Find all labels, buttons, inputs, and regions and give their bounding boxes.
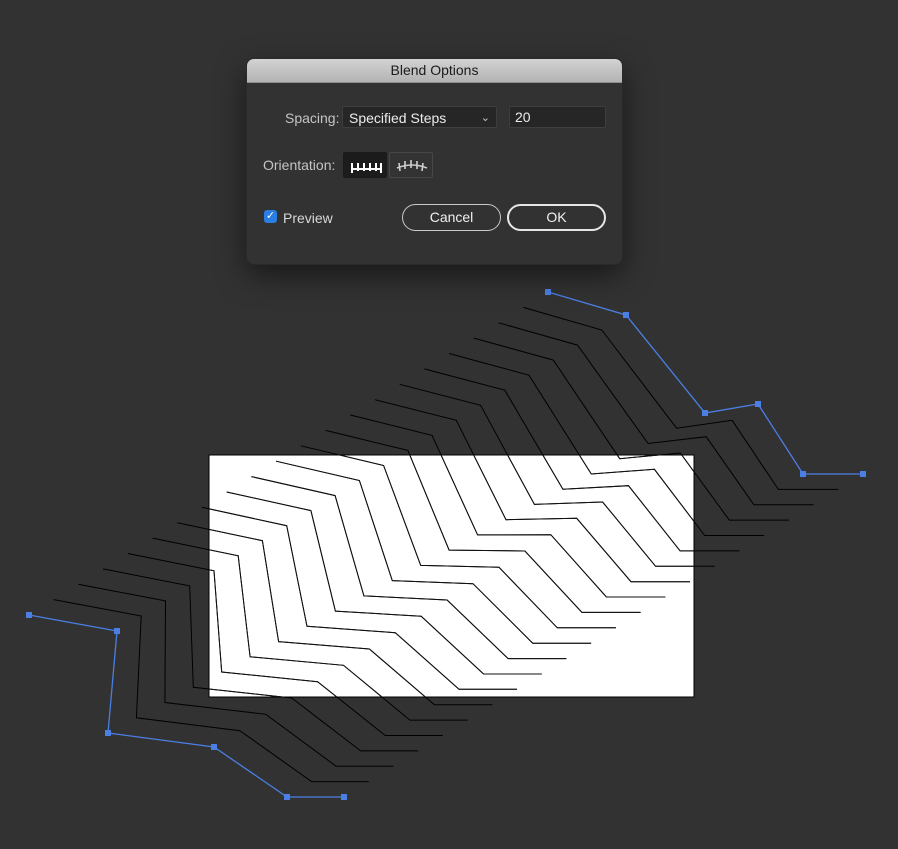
anchor-point-handle[interactable] <box>284 794 290 800</box>
spacing-dropdown[interactable]: Specified Steps ⌄ <box>342 106 497 128</box>
align-to-path-button[interactable] <box>389 152 433 178</box>
cancel-button[interactable]: Cancel <box>402 204 501 231</box>
dialog-title: Blend Options <box>247 59 622 83</box>
anchor-point-handle[interactable] <box>341 794 347 800</box>
anchor-point-handle[interactable] <box>755 401 761 407</box>
align-to-page-icon <box>351 163 382 173</box>
spacing-label: Spacing: <box>285 110 340 126</box>
anchor-point-handle[interactable] <box>114 628 120 634</box>
anchor-point-handle[interactable] <box>545 289 551 295</box>
anchor-point-handle[interactable] <box>860 471 866 477</box>
end-path[interactable] <box>547 291 863 475</box>
spacing-value: Specified Steps <box>349 110 447 126</box>
anchor-point-handle[interactable] <box>26 612 32 618</box>
chevron-down-icon: ⌄ <box>480 112 490 124</box>
align-to-path-icon <box>396 160 428 172</box>
anchor-point-handle[interactable] <box>211 744 217 750</box>
blend-options-dialog: Blend Options Spacing: Specified Steps ⌄… <box>247 59 622 264</box>
anchor-point-handle[interactable] <box>702 410 708 416</box>
preview-checkbox[interactable]: ✓ <box>264 210 277 223</box>
anchor-point-handle[interactable] <box>800 471 806 477</box>
ok-button[interactable]: OK <box>507 204 606 231</box>
anchor-point-handle[interactable] <box>105 730 111 736</box>
align-to-page-button[interactable] <box>343 152 387 178</box>
anchor-point-handle[interactable] <box>623 312 629 318</box>
preview-label: Preview <box>283 210 333 226</box>
orientation-label: Orientation: <box>263 157 336 173</box>
artboard <box>208 454 695 698</box>
steps-input[interactable]: 20 <box>509 106 606 128</box>
